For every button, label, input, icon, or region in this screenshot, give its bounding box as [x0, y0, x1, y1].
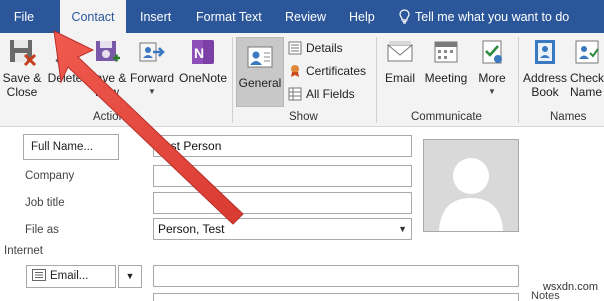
full-name-field[interactable]: Test Person [153, 135, 412, 157]
ribbon-separator [376, 37, 377, 123]
more-label: More [478, 71, 506, 85]
contact-form: Full Name... Test Person Company Job tit… [0, 128, 604, 301]
general-contact-card-icon [247, 46, 273, 68]
delete-icon [55, 40, 75, 64]
tell-me-label: Tell me what you want to do [415, 10, 570, 24]
details-label: Details [306, 41, 343, 55]
more-dropdown-caret[interactable]: ▼ [474, 85, 510, 99]
tell-me-search[interactable]: Tell me what you want to do [399, 0, 569, 33]
onenote-icon: N [192, 40, 214, 64]
save-new-button[interactable]: Save & New [86, 37, 128, 99]
all-fields-icon [288, 87, 302, 101]
details-icon [288, 41, 302, 55]
meeting-button[interactable]: Meeting [421, 37, 471, 85]
all-fields-label: All Fields [306, 87, 355, 101]
certificates-label: Certificates [306, 64, 367, 78]
ribbon-tab-bar: File Contact Insert Format Text Review H… [0, 0, 604, 33]
chevron-down-icon[interactable]: ▼ [398, 219, 407, 239]
details-button[interactable]: Details [288, 39, 343, 57]
more-button[interactable]: More ▼ [474, 37, 510, 99]
job-title-field[interactable] [153, 192, 412, 214]
address-book-button[interactable]: Address Book [522, 37, 568, 99]
forward-label: Forward [129, 71, 174, 85]
internet-section-label: Internet [4, 245, 43, 257]
delete-button[interactable]: Delete [46, 37, 84, 85]
ribbon-separator [518, 37, 519, 123]
save-close-label-2: Close [6, 85, 38, 99]
file-as-value: Person, Test [158, 222, 225, 236]
tab-insert[interactable]: Insert [140, 0, 171, 33]
tab-format-text[interactable]: Format Text [196, 0, 262, 33]
check-names-label-2: Name [570, 85, 603, 99]
general-button[interactable]: General [236, 37, 284, 107]
email-ribbon-button[interactable]: Email [381, 37, 419, 85]
check-names-label-1: Check [570, 71, 604, 85]
job-title-label: Job title [25, 197, 65, 209]
tab-help[interactable]: Help [349, 0, 375, 33]
file-as-label: File as [25, 224, 59, 236]
check-names-icon [575, 40, 599, 64]
email-envelope-icon [387, 41, 413, 62]
forward-icon [139, 42, 165, 62]
delete-label: Delete [47, 71, 83, 85]
forward-dropdown-caret[interactable]: ▼ [129, 85, 175, 99]
watermark: wsxdn.com [542, 281, 598, 293]
svg-text:N: N [194, 45, 204, 61]
save-close-icon [10, 40, 37, 67]
file-as-dropdown[interactable]: Person, Test ▼ [153, 218, 412, 240]
check-names-button[interactable]: Check Name [570, 37, 604, 99]
more-actions-icon [482, 40, 502, 64]
tab-review[interactable]: Review [285, 0, 326, 33]
meeting-label: Meeting [424, 71, 468, 85]
address-card-icon [32, 269, 46, 281]
email-button-label: Email... [50, 270, 89, 282]
company-field[interactable] [153, 165, 412, 187]
ribbon: Save & Close Delete Save & New Forward ▼ [0, 33, 604, 127]
actions-group-label: Actions [93, 111, 131, 123]
display-as-field[interactable] [153, 293, 519, 301]
email-field[interactable] [153, 265, 519, 287]
email-button[interactable]: Email... [26, 265, 116, 288]
save-close-button[interactable]: Save & Close [2, 37, 42, 99]
tab-contact[interactable]: Contact [60, 0, 126, 33]
certificate-ribbon-icon [291, 65, 299, 77]
general-label: General [238, 76, 282, 90]
save-new-icon [96, 41, 120, 62]
address-book-label-1: Address [522, 71, 568, 85]
show-group-label: Show [289, 111, 318, 123]
certificates-button[interactable]: Certificates [288, 62, 366, 80]
tab-file[interactable]: File [0, 0, 48, 33]
forward-button[interactable]: Forward ▼ [129, 37, 175, 99]
onenote-button[interactable]: N OneNote [177, 37, 229, 85]
address-book-label-2: Book [531, 85, 559, 99]
save-new-label-1: Save & [87, 71, 127, 85]
onenote-label: OneNote [178, 71, 228, 85]
names-group-label: Names [550, 111, 587, 123]
calendar-meeting-icon [434, 41, 458, 63]
save-new-label-2: New [94, 85, 119, 99]
person-silhouette-icon [439, 158, 503, 231]
lightbulb-icon [399, 9, 410, 24]
email-type-dropdown-icon[interactable]: ▼ [118, 265, 142, 288]
ribbon-separator [232, 37, 233, 123]
save-close-label-1: Save & [2, 71, 42, 85]
email-ribbon-label: Email [384, 71, 415, 85]
all-fields-button[interactable]: All Fields [288, 85, 355, 103]
address-book-icon [535, 40, 555, 64]
company-label: Company [25, 170, 75, 182]
communicate-group-label: Communicate [411, 111, 482, 123]
full-name-button[interactable]: Full Name... [23, 134, 119, 160]
contact-photo-placeholder[interactable] [423, 139, 519, 232]
